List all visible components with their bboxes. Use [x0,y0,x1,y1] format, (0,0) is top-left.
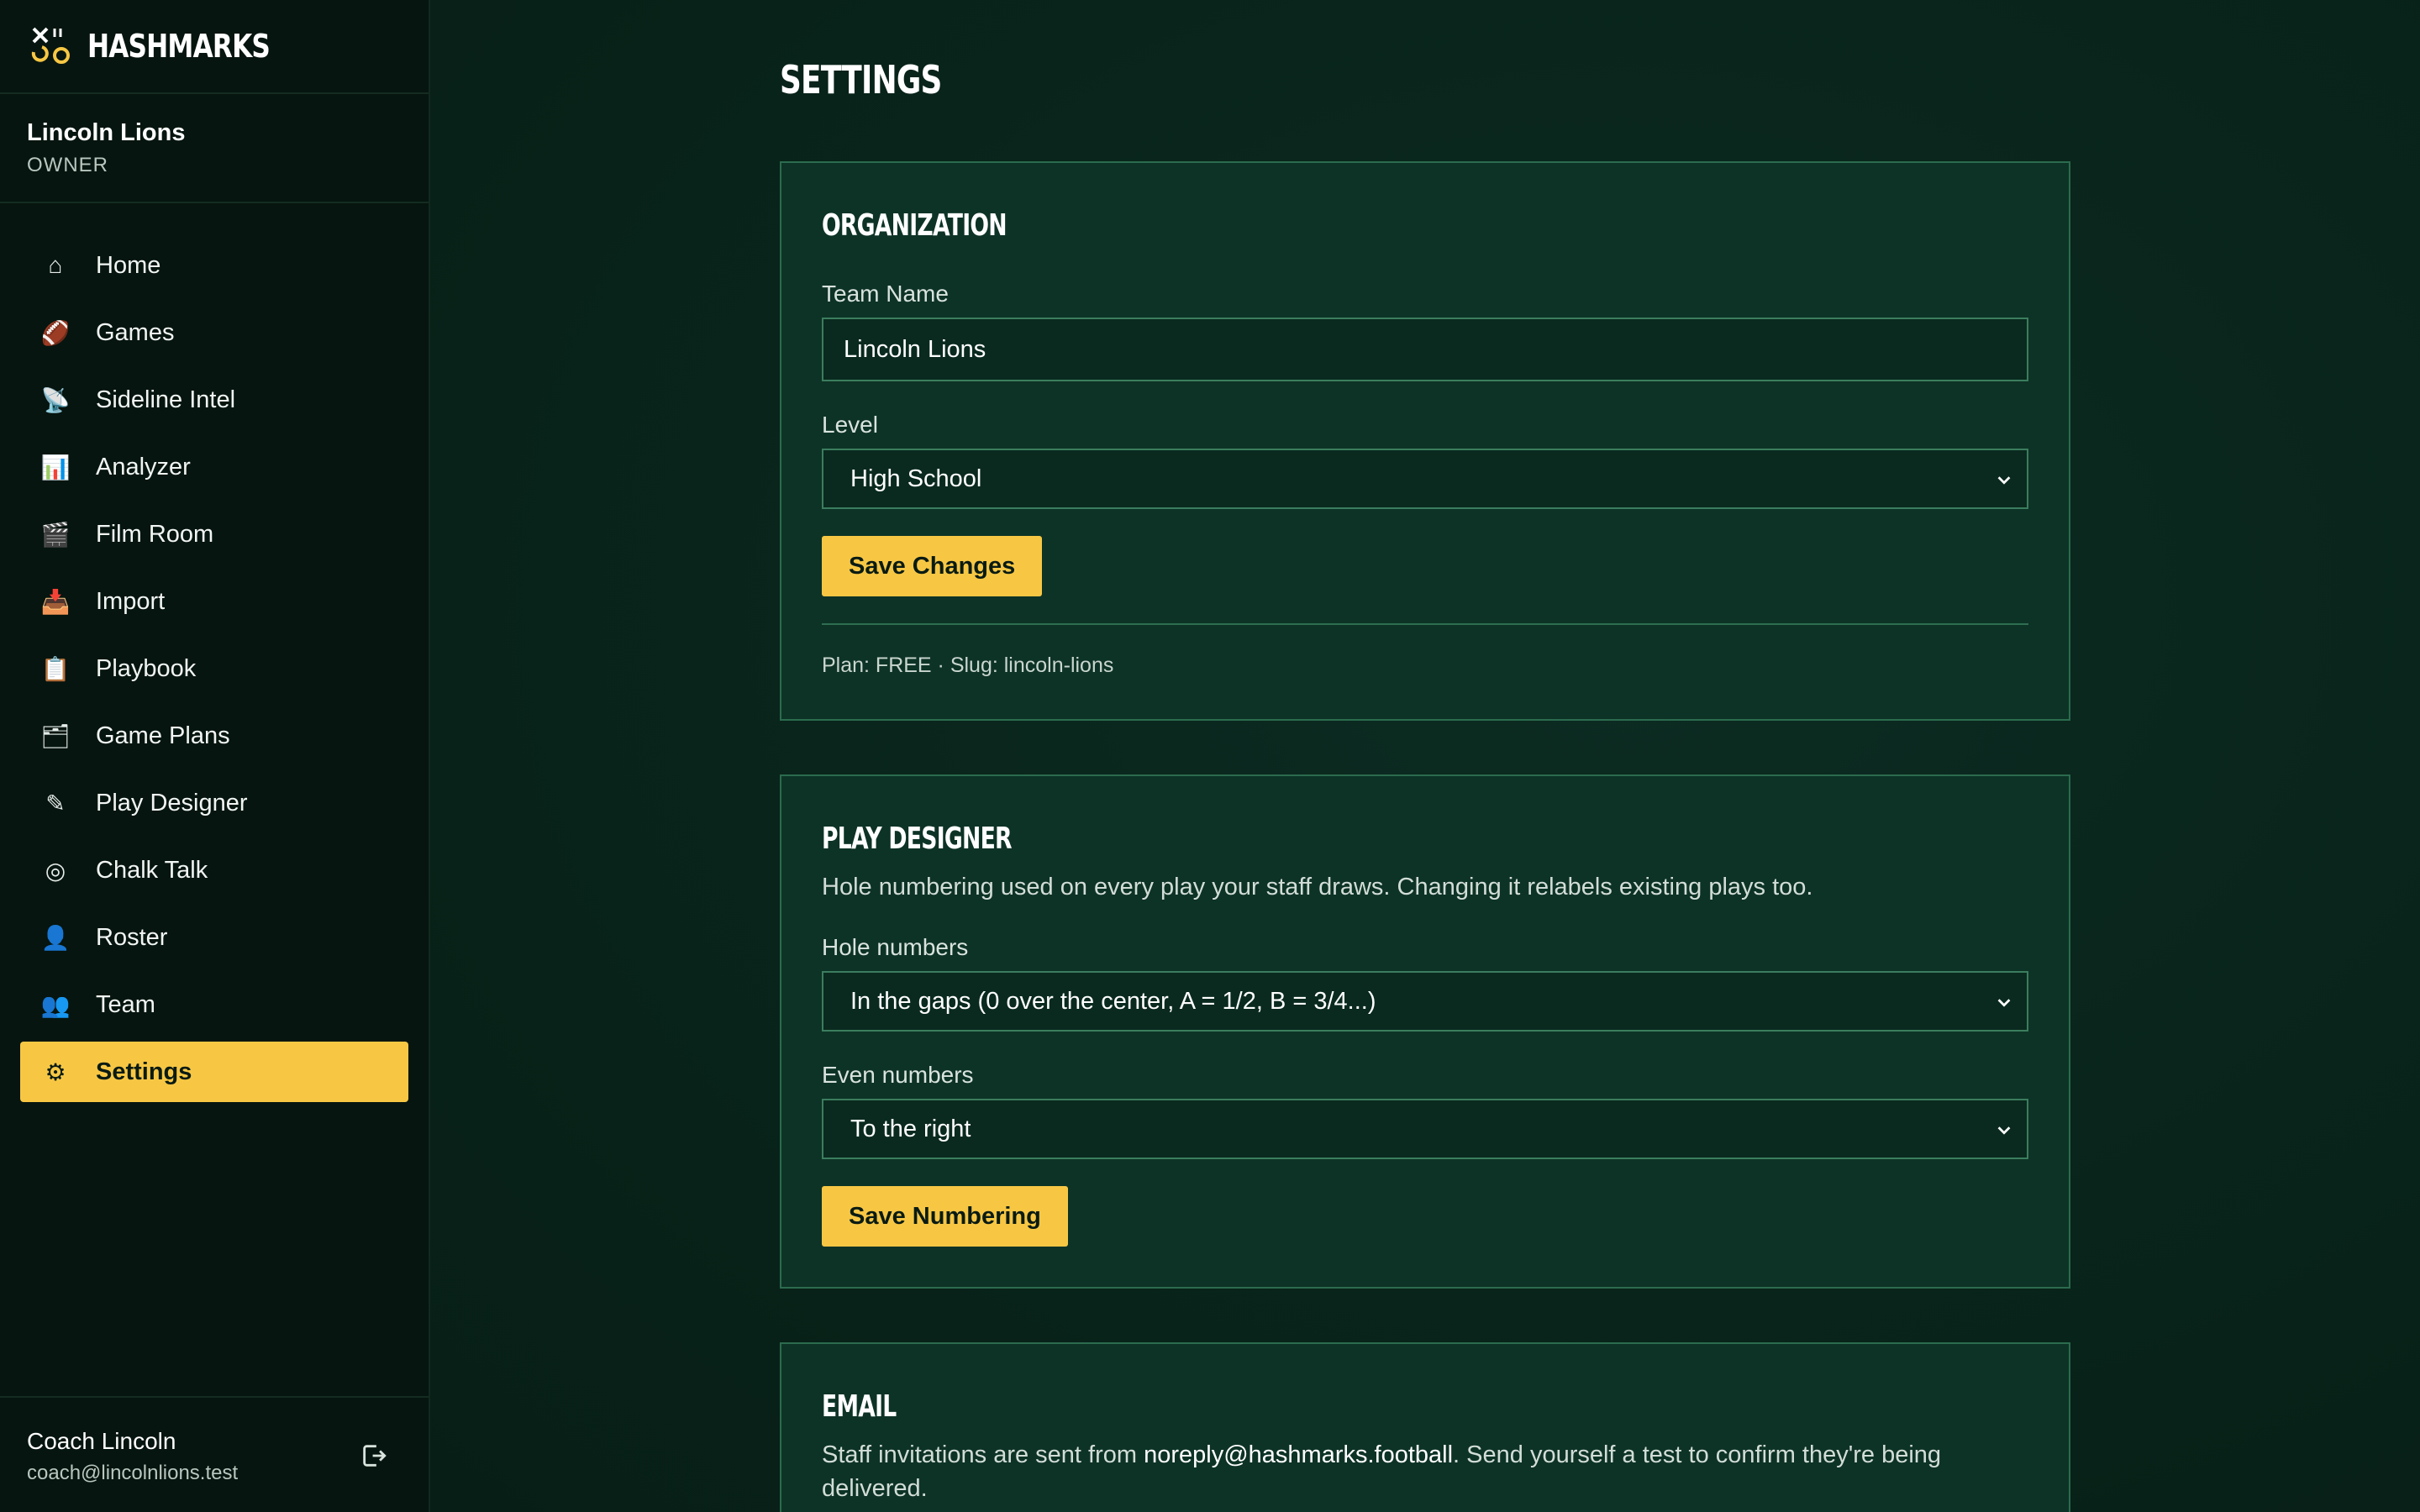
level-select-value: High School [850,465,982,492]
page-title: SETTINGS [780,57,942,102]
sidebar-item-label: Games [96,318,175,346]
team-name-input[interactable] [822,318,2028,381]
brand-name: HASHMARKS [87,28,271,65]
sidebar: HASHMARKS Lincoln Lions OWNER ⌂ Home 🏈 G… [0,0,430,1512]
logout-icon[interactable] [360,1441,388,1470]
plan-slug-info: Plan: FREE · Slug: lincoln-lions [822,654,1114,677]
sidebar-item-label: Game Plans [96,722,230,749]
sidebar-item-label: Chalk Talk [96,856,208,884]
target-circle-icon: ◎ [45,857,66,884]
organization-title: ORGANIZATION [822,208,1007,243]
organization-card: ORGANIZATION Team Name Level High School… [780,161,2070,721]
org-name: Lincoln Lions [27,119,186,146]
sidebar-item-playbook[interactable]: 📋 Playbook [20,638,408,699]
satellite-icon: 📡 [40,386,71,413]
gear-icon: ⚙ [45,1058,66,1085]
hole-numbers-select-value: In the gaps (0 over the center, A = 1/2,… [850,987,1376,1015]
divider [822,623,2028,625]
x-and-o-logo-icon [31,27,70,64]
sidebar-item-games[interactable]: 🏈 Games [20,302,408,363]
sidebar-item-label: Play Designer [96,789,248,816]
play-designer-card: PLAY DESIGNER Hole numbering used on eve… [780,774,2070,1289]
sidebar-item-label: Film Room [96,520,214,548]
level-select[interactable]: High School [822,449,2028,509]
sidebar-nav: ⌂ Home 🏈 Games 📡 Sideline Intel 📊 Analyz… [0,203,429,1102]
sidebar-item-label: Sideline Intel [96,386,236,413]
play-designer-description: Hole numbering used on every play your s… [822,874,1813,900]
main-content: SETTINGS ORGANIZATION Team Name Level Hi… [430,0,2420,1512]
hole-numbers-select[interactable]: In the gaps (0 over the center, A = 1/2,… [822,971,2028,1032]
sender-address: noreply@hashmarks.football [1144,1441,1454,1468]
chevron-down-icon [1997,1126,2011,1135]
org-info: Lincoln Lions OWNER [0,94,429,203]
sidebar-item-label: Roster [96,923,168,951]
save-numbering-button[interactable]: Save Numbering [822,1186,1068,1247]
sidebar-item-sideline-intel[interactable]: 📡 Sideline Intel [20,370,408,430]
home-icon: ⌂ [48,252,63,278]
sidebar-item-chalk-talk[interactable]: ◎ Chalk Talk [20,840,408,900]
sidebar-item-game-plans[interactable]: 🗂 Game Plans [20,706,408,766]
person-icon: 👤 [40,924,71,951]
level-label: Level [822,412,878,438]
sidebar-item-play-designer[interactable]: ✎ Play Designer [20,773,408,833]
hole-numbers-label: Hole numbers [822,934,969,960]
sidebar-item-film-room[interactable]: 🎬 Film Room [20,504,408,564]
brand[interactable]: HASHMARKS [0,0,429,94]
even-numbers-select-value: To the right [850,1115,971,1142]
email-description-before: Staff invitations are sent from [822,1441,1144,1468]
sidebar-item-label: Settings [96,1058,192,1085]
org-role: OWNER [27,154,108,176]
chevron-down-icon [1997,999,2011,1007]
email-card: EMAIL Staff invitations are sent from no… [780,1342,2070,1512]
sidebar-item-roster[interactable]: 👤 Roster [20,907,408,968]
team-name-label: Team Name [822,281,949,307]
football-icon: 🏈 [40,319,71,346]
sidebar-item-label: Analyzer [96,453,191,480]
sidebar-item-team[interactable]: 👥 Team [20,974,408,1035]
inbox-icon: 📥 [40,588,71,615]
user-profile: Coach Lincoln coach@lincolnlions.test [0,1396,429,1512]
people-icon: 👥 [40,991,71,1018]
chevron-down-icon [1997,476,2011,485]
bar-chart-icon: 📊 [40,454,71,480]
save-changes-button[interactable]: Save Changes [822,536,1043,596]
folder-dividers-icon: 🗂 [40,722,71,749]
pencil-icon: ✎ [45,790,66,816]
play-designer-title: PLAY DESIGNER [822,822,1013,856]
email-title: EMAIL [822,1389,897,1424]
sidebar-item-label: Home [96,251,161,279]
even-numbers-label: Even numbers [822,1062,974,1088]
sidebar-item-label: Import [96,587,166,615]
sidebar-item-label: Team [96,990,155,1018]
sidebar-item-import[interactable]: 📥 Import [20,571,408,632]
sidebar-item-settings[interactable]: ⚙ Settings [20,1042,408,1102]
clapperboard-icon: 🎬 [40,521,71,548]
email-description: Staff invitations are sent from noreply@… [822,1438,2028,1505]
sidebar-item-analyzer[interactable]: 📊 Analyzer [20,437,408,497]
sidebar-item-label: Playbook [96,654,197,682]
sidebar-item-home[interactable]: ⌂ Home [20,235,408,296]
clipboard-icon: 📋 [40,655,71,682]
even-numbers-select[interactable]: To the right [822,1099,2028,1159]
